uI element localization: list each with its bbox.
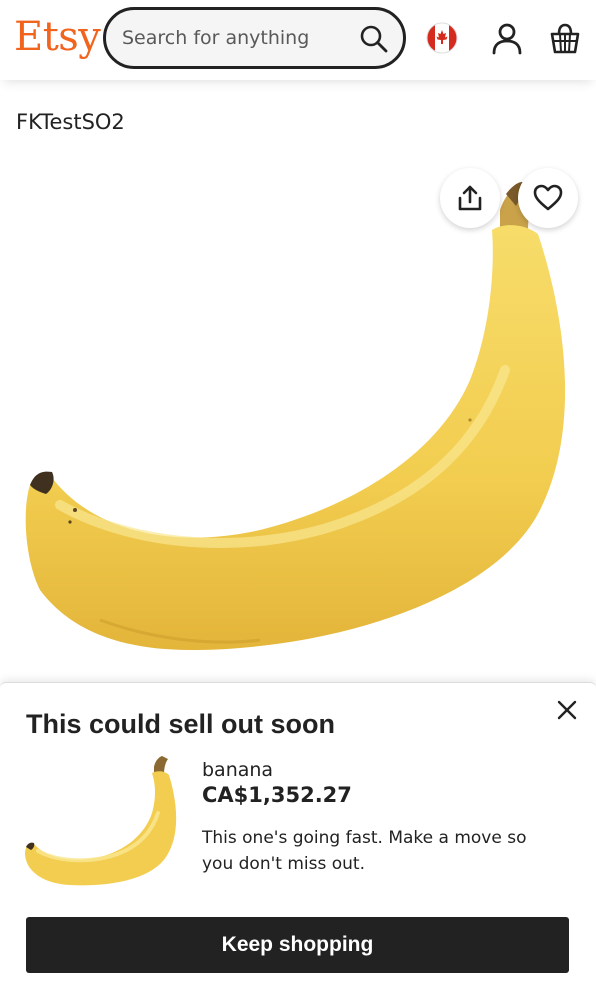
favorite-button[interactable]: [518, 168, 578, 228]
favorite-heart-icon: [533, 184, 563, 211]
keep-shopping-button[interactable]: Keep shopping: [26, 917, 569, 973]
region-button[interactable]: [422, 18, 462, 58]
search-button[interactable]: [355, 20, 393, 58]
canada-flag-icon: [426, 22, 458, 54]
urgency-message: This one's going fast. Make a move so yo…: [202, 828, 527, 874]
shop-name-link[interactable]: FKTestSO2: [16, 110, 125, 134]
item-thumbnail[interactable]: [20, 753, 180, 893]
banana-thumbnail-image: [25, 756, 177, 886]
close-icon: [557, 700, 577, 720]
account-icon: [492, 23, 522, 55]
sell-out-soon-sheet: This could sell out soon banana CA$1,352…: [0, 682, 596, 1000]
etsy-logo[interactable]: Etsy: [14, 12, 101, 62]
product-image[interactable]: [0, 150, 596, 670]
item-price: CA$1,352.27: [202, 783, 352, 807]
search-icon: [360, 25, 388, 53]
search-input[interactable]: [122, 24, 352, 52]
cart-button[interactable]: [545, 18, 585, 58]
search-bar[interactable]: [103, 7, 406, 69]
item-name[interactable]: banana: [202, 759, 273, 781]
share-icon: [458, 185, 482, 211]
sheet-title: This could sell out soon: [26, 709, 336, 739]
share-button[interactable]: [440, 168, 500, 228]
banana-image: [25, 182, 566, 650]
top-header: Etsy: [0, 0, 596, 80]
cart-icon: [550, 23, 580, 54]
account-button[interactable]: [487, 18, 527, 58]
close-button[interactable]: [554, 697, 580, 723]
